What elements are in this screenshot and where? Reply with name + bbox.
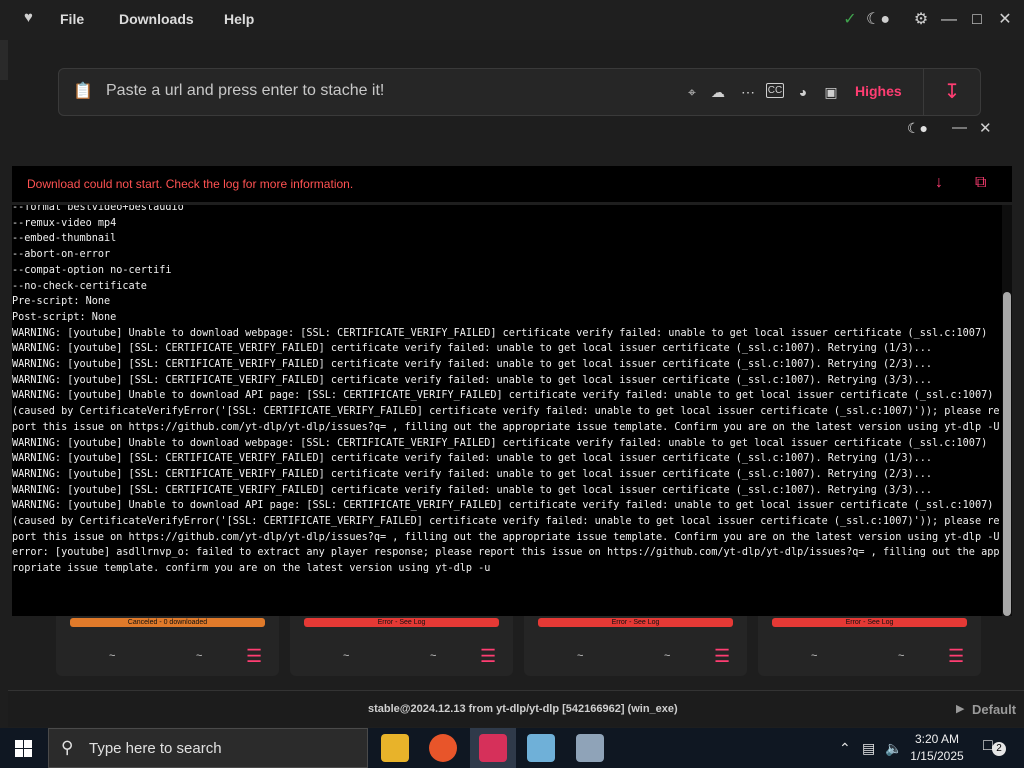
download-card: Canceled - 0 downloaded ~ ~ ☰	[56, 616, 279, 676]
firefox-icon[interactable]	[429, 734, 457, 762]
card-menu-icon[interactable]: ☰	[714, 646, 730, 667]
card-right-text: ~	[898, 650, 905, 662]
card-left-text: ~	[343, 650, 350, 662]
clock-date: 1/15/2025	[910, 749, 964, 763]
card-menu-icon[interactable]: ☰	[480, 646, 496, 667]
minimize-icon[interactable]: —	[952, 119, 967, 136]
status-badge: Canceled - 0 downloaded	[70, 618, 265, 627]
scroll-down-icon[interactable]: ↓	[935, 174, 943, 192]
notification-count: 2	[992, 742, 1006, 756]
search-placeholder: Type here to search	[89, 740, 222, 757]
volume-muted-icon[interactable]: 🔈	[885, 740, 902, 757]
theme-toggle-icon[interactable]: ☾●	[907, 120, 928, 137]
download-card: Error - See Log ~ ~ ☰	[758, 616, 981, 676]
cloud-search-icon[interactable]: ☁	[709, 83, 727, 101]
log-text: --format bestvideo+bestaudio --remux-vid…	[12, 205, 1000, 575]
cookie-icon[interactable]: ◕	[794, 83, 812, 101]
theme-name[interactable]: Default	[972, 702, 1016, 717]
chevron-up-icon[interactable]: ⌃	[839, 740, 851, 757]
copy-icon[interactable]: ⧉	[975, 174, 986, 192]
status-badge: Error - See Log	[304, 618, 499, 627]
error-message: Download could not start. Check the log …	[27, 177, 354, 191]
log-dialog-titlebar: ☾● — ✕	[12, 116, 1012, 142]
card-menu-icon[interactable]: ☰	[948, 646, 964, 667]
menu-downloads[interactable]: Downloads	[119, 11, 194, 27]
close-icon[interactable]: ✕	[995, 10, 1015, 30]
theme-toggle-icon[interactable]: ☾●	[866, 10, 890, 30]
quality-select[interactable]: Highes	[855, 83, 902, 99]
url-input[interactable]: Paste a url and press enter to stache it…	[106, 82, 384, 100]
title-bar: ♥ File Downloads Help ✓ ☾● ⚙ — □ ✕	[0, 0, 1024, 40]
archive-icon[interactable]: ▣	[822, 83, 840, 101]
version-text: stable@2024.12.13 from yt-dlp/yt-dlp [54…	[368, 703, 678, 715]
menu-file[interactable]: File	[60, 11, 84, 27]
windows-start-icon[interactable]	[15, 740, 32, 757]
card-left-text: ~	[109, 650, 116, 662]
url-bar: 📋 Paste a url and press enter to stache …	[58, 68, 981, 116]
error-banner: Download could not start. Check the log …	[12, 166, 1012, 202]
windows-taskbar: ⚲ Type here to search ⌃ ▤ 🔈 3:20 AM 1/15…	[0, 728, 1024, 768]
menu-help[interactable]: Help	[224, 11, 254, 27]
download-card: Error - See Log ~ ~ ☰	[290, 616, 513, 676]
crop-icon[interactable]: ⌖	[683, 83, 701, 101]
card-menu-icon[interactable]: ☰	[246, 646, 262, 667]
card-right-text: ~	[430, 650, 437, 662]
status-badge: Error - See Log	[538, 618, 733, 627]
subtitles-icon[interactable]: CC	[766, 83, 784, 98]
stacher-app-icon[interactable]	[479, 734, 507, 762]
card-left-text: ~	[577, 650, 584, 662]
file-explorer-icon[interactable]	[381, 734, 409, 762]
clipboard-icon[interactable]: 📋	[73, 81, 93, 101]
status-footer: stable@2024.12.13 from yt-dlp/yt-dlp [54…	[8, 690, 1024, 727]
notepad-icon[interactable]	[527, 734, 555, 762]
maximize-icon[interactable]: □	[967, 10, 987, 30]
log-scrollbar-thumb[interactable]	[1003, 292, 1011, 616]
download-card: Error - See Log ~ ~ ☰	[524, 616, 747, 676]
card-right-text: ~	[664, 650, 671, 662]
side-strip	[0, 40, 8, 80]
search-icon: ⚲	[61, 738, 74, 757]
network-icon[interactable]: ▤	[862, 740, 875, 757]
taskbar-search[interactable]: ⚲ Type here to search	[48, 728, 368, 768]
heart-icon[interactable]: ♥	[24, 9, 33, 26]
status-badge: Error - See Log	[772, 618, 967, 627]
log-output[interactable]: --format bestvideo+bestaudio --remux-vid…	[12, 205, 1002, 616]
notifications-icon[interactable]: □	[983, 737, 993, 755]
card-left-text: ~	[811, 650, 818, 662]
remote-desktop-icon[interactable]	[576, 734, 604, 762]
download-icon[interactable]: ↧	[923, 69, 980, 115]
close-icon[interactable]: ✕	[979, 119, 992, 137]
check-icon: ✓	[843, 11, 857, 28]
taskbar-clock[interactable]: 3:20 AM 1/15/2025	[906, 731, 968, 765]
settings-gear-icon[interactable]: ⚙	[911, 10, 931, 30]
minimize-icon[interactable]: —	[939, 10, 959, 30]
card-right-text: ~	[196, 650, 203, 662]
clock-time: 3:20 AM	[914, 732, 960, 746]
more-icon[interactable]: ⋯	[739, 83, 757, 101]
play-icon: ▶	[956, 703, 965, 715]
